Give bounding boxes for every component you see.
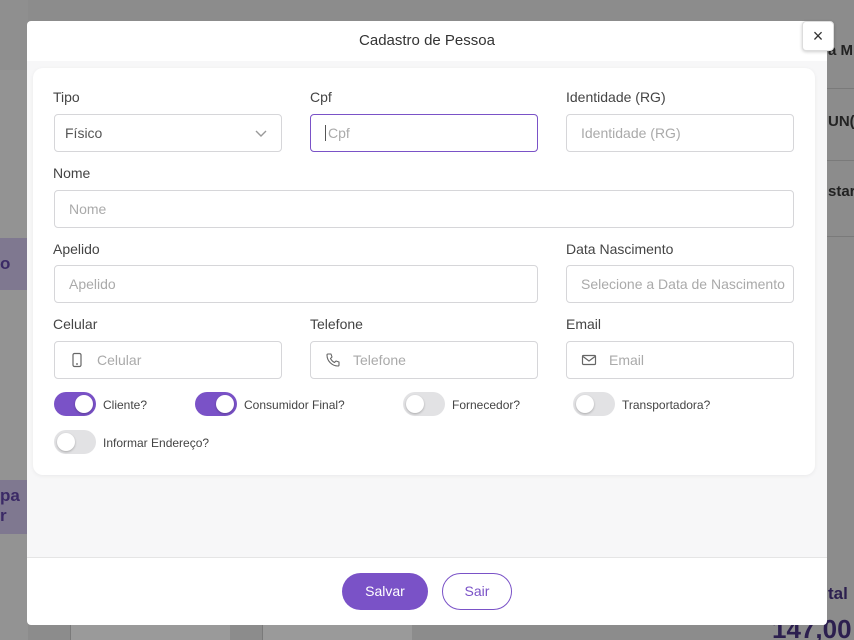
background-divider [827, 88, 854, 89]
transportadora-toggle-label: Transportadora? [622, 398, 711, 412]
toggle-knob [75, 395, 93, 413]
save-button[interactable]: Salvar [342, 573, 428, 610]
nome-placeholder: Nome [69, 201, 107, 217]
fornecedor-toggle-label: Fornecedor? [452, 398, 521, 412]
toggle-knob [576, 395, 594, 413]
consumidor-final-toggle-label: Consumidor Final? [244, 398, 345, 412]
background-right-text: UN( [828, 113, 854, 130]
exit-button[interactable]: Sair [442, 573, 512, 610]
tipo-value: Físico [65, 125, 103, 141]
background-left-text: o [0, 254, 11, 273]
cpf-label: Cpf [310, 89, 332, 105]
email-placeholder: Email [609, 352, 645, 368]
apelido-placeholder: Apelido [69, 276, 116, 292]
data-nascimento-input[interactable]: Selecione a Data de Nascimento [566, 265, 794, 303]
email-input[interactable]: Email [566, 341, 794, 379]
apelido-label: Apelido [53, 241, 100, 257]
toggle-knob [57, 433, 75, 451]
background-left-panel [0, 70, 28, 640]
tipo-select[interactable]: Físico [54, 114, 282, 152]
apelido-input[interactable]: Apelido [54, 265, 538, 303]
identidade-label: Identidade (RG) [566, 89, 666, 105]
text-cursor [325, 124, 326, 141]
cliente-toggle[interactable] [54, 392, 96, 416]
envelope-icon [581, 354, 597, 366]
background-right-text: star [828, 183, 854, 200]
telefone-label: Telefone [310, 316, 363, 332]
nome-label: Nome [53, 165, 91, 181]
toggle-knob [216, 395, 234, 413]
celular-label: Celular [53, 316, 98, 332]
phone-icon [326, 353, 340, 367]
identidade-input[interactable]: Identidade (RG) [566, 114, 794, 152]
close-button[interactable]: × [802, 21, 834, 51]
background-left-text: pa [0, 486, 20, 505]
email-label: Email [566, 316, 602, 332]
informar-endereco-toggle-label: Informar Endereço? [103, 436, 210, 450]
cpf-placeholder: Cpf [328, 125, 350, 141]
telefone-placeholder: Telefone [353, 352, 406, 368]
data-nascimento-placeholder: Selecione a Data de Nascimento [581, 276, 785, 292]
mobile-phone-icon [72, 352, 82, 368]
transportadora-toggle[interactable] [573, 392, 615, 416]
fornecedor-toggle[interactable] [403, 392, 445, 416]
identidade-placeholder: Identidade (RG) [581, 125, 681, 141]
data-nascimento-label: Data Nascimento [566, 241, 674, 257]
telefone-input[interactable]: Telefone [310, 341, 538, 379]
modal-footer-divider [27, 557, 827, 558]
informar-endereco-toggle[interactable] [54, 430, 96, 454]
nome-input[interactable]: Nome [54, 190, 794, 228]
background-divider [827, 160, 854, 161]
form-card: Tipo Físico Cpf Cpf Identidade (RG) Iden… [33, 68, 815, 475]
toggle-knob [406, 395, 424, 413]
modal-title: Cadastro de Pessoa [359, 32, 495, 49]
tipo-label: Tipo [53, 89, 80, 105]
cliente-toggle-label: Cliente? [103, 398, 148, 412]
background-total-label: tal [828, 584, 848, 603]
consumidor-final-toggle[interactable] [195, 392, 237, 416]
background-left-text: r [0, 506, 7, 525]
chevron-down-icon [255, 130, 267, 137]
celular-input[interactable]: Celular [54, 341, 282, 379]
close-icon: × [812, 26, 824, 46]
person-register-modal: Cadastro de Pessoa Tipo Físico Cpf Cpf I… [27, 21, 834, 625]
cpf-input[interactable]: Cpf [310, 114, 538, 152]
background-divider [827, 236, 854, 237]
celular-placeholder: Celular [97, 352, 142, 368]
